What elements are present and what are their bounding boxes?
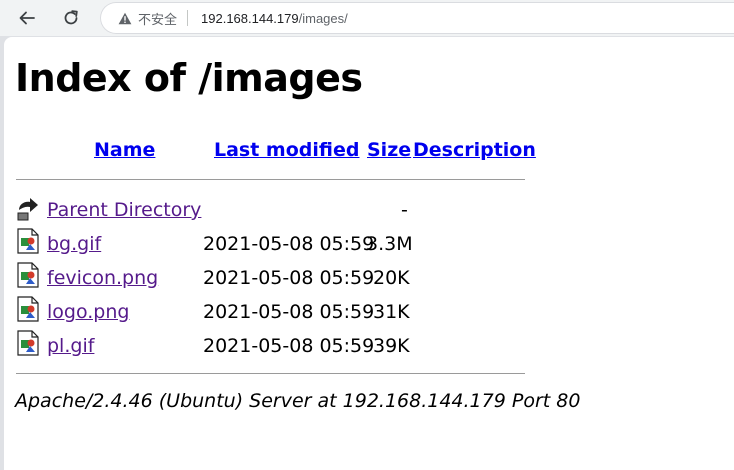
table-row: bg.gif 2021-05-08 05:59 3.3M bbox=[16, 227, 536, 257]
image-icon bbox=[17, 330, 39, 356]
size-cell: - bbox=[401, 199, 408, 221]
divider bbox=[187, 10, 189, 26]
file-link[interactable]: bg.gif bbox=[47, 233, 101, 255]
table-row: fevicon.png 2021-05-08 05:59 20K bbox=[16, 261, 536, 291]
sort-by-size-link[interactable]: Size bbox=[367, 139, 411, 161]
page-content: Index of /images Name Last modified Size… bbox=[4, 37, 734, 470]
reload-icon bbox=[64, 10, 78, 25]
table-row: Parent Directory - bbox=[16, 193, 536, 223]
description-column-header[interactable]: Description bbox=[413, 139, 536, 161]
modified-cell: 2021-05-08 05:59 bbox=[203, 301, 375, 323]
header-divider bbox=[16, 179, 525, 180]
address-bar[interactable]: 不安全 192.168.144.179/images/ bbox=[100, 2, 734, 34]
table-row: pl.gif 2021-05-08 05:59 39K bbox=[16, 329, 536, 359]
file-link[interactable]: Parent Directory bbox=[47, 199, 201, 221]
table-row: logo.png 2021-05-08 05:59 31K bbox=[16, 295, 536, 325]
image-icon bbox=[17, 296, 39, 322]
file-link[interactable]: logo.png bbox=[47, 301, 129, 323]
warning-icon[interactable] bbox=[118, 12, 132, 25]
size-cell: 3.3M bbox=[366, 233, 413, 255]
modified-column-header[interactable]: Last modified bbox=[214, 139, 359, 161]
footer-divider bbox=[16, 373, 525, 374]
name-column-header[interactable]: Name bbox=[94, 139, 155, 161]
size-cell: 20K bbox=[373, 267, 410, 289]
size-column-header[interactable]: Size bbox=[367, 139, 411, 161]
modified-cell: 2021-05-08 05:59 bbox=[203, 335, 375, 357]
back-button[interactable] bbox=[13, 4, 41, 32]
sort-by-name-link[interactable]: Name bbox=[94, 139, 155, 161]
back-icon bbox=[17, 198, 38, 221]
size-cell: 31K bbox=[373, 301, 410, 323]
modified-cell: 2021-05-08 05:59 bbox=[203, 233, 375, 255]
image-icon bbox=[17, 262, 39, 288]
security-status[interactable]: 不安全 bbox=[138, 9, 177, 28]
reload-button[interactable] bbox=[57, 4, 85, 32]
arrow-left-icon bbox=[19, 11, 35, 25]
url-host[interactable]: 192.168.144.179 bbox=[201, 11, 299, 26]
browser-toolbar: 不安全 192.168.144.179/images/ bbox=[0, 0, 734, 36]
modified-cell: 2021-05-08 05:59 bbox=[203, 267, 375, 289]
file-link[interactable]: pl.gif bbox=[47, 335, 94, 357]
image-icon bbox=[17, 228, 39, 254]
size-cell: 39K bbox=[373, 335, 410, 357]
url-path[interactable]: /images/ bbox=[299, 11, 348, 26]
server-signature: Apache/2.4.46 (Ubuntu) Server at 192.168… bbox=[15, 390, 581, 412]
file-link[interactable]: fevicon.png bbox=[47, 267, 158, 289]
sort-by-description-link[interactable]: Description bbox=[413, 139, 536, 161]
page-title: Index of /images bbox=[15, 56, 363, 100]
sort-by-modified-link[interactable]: Last modified bbox=[214, 139, 359, 161]
